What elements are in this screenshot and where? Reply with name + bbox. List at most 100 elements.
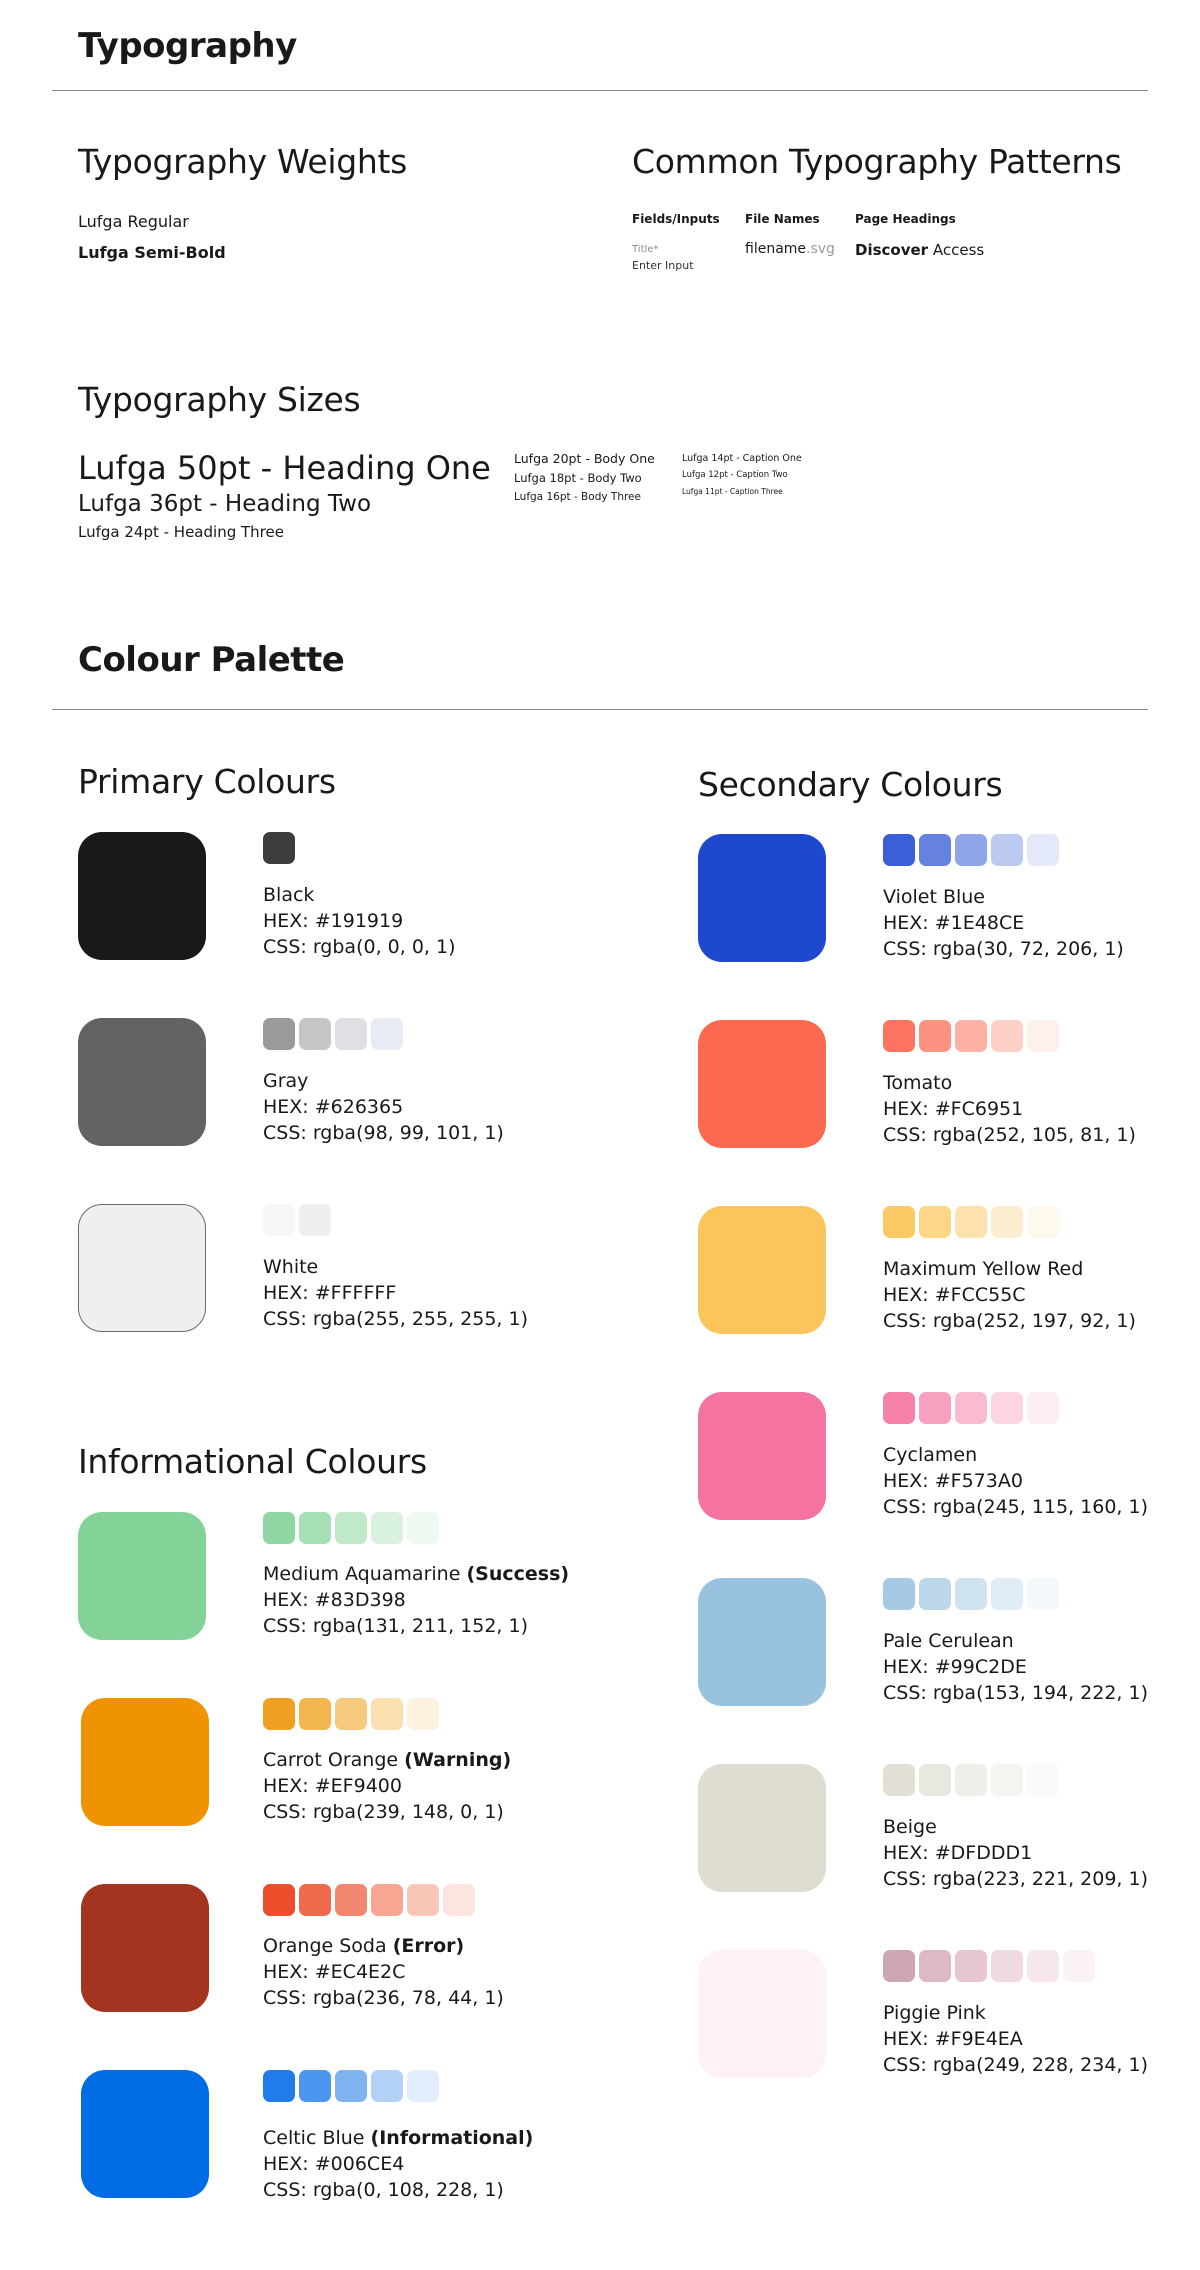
pattern-fields-head: Fields/Inputs [632,212,720,226]
info-celtic-blue: Celtic Blue (Informational) HEX: #006CE4… [263,2125,533,2203]
color-css: CSS: rgba(98, 99, 101, 1) [263,1122,504,1144]
tint-swatch [263,1884,295,1916]
tints-cyclamen [883,1392,1059,1424]
tints-pale-cerulean [883,1578,1059,1610]
swatch-pale-cerulean [698,1578,826,1706]
tint-swatch [883,1206,915,1238]
color-name: Piggie Pink [883,2002,986,2024]
palette-section-title: Colour Palette [78,640,345,680]
info-cyclamen: Cyclamen HEX: #F573A0 CSS: rgba(245, 115… [883,1442,1148,1520]
tint-swatch [299,2070,331,2102]
pattern-field-label: Title* [632,244,659,255]
tint-swatch [883,1392,915,1424]
size-caption-one: Lufga 14pt - Caption One [682,453,802,464]
size-body-one: Lufga 20pt - Body One [514,451,655,466]
weight-regular: Lufga Regular [78,212,189,231]
color-tag: (Warning) [404,1749,512,1771]
swatch-orange-soda [81,1884,209,2012]
tint-swatch [335,1512,367,1544]
tint-swatch [919,1392,951,1424]
secondary-colours-heading: Secondary Colours [698,765,1003,804]
tints-white [263,1204,331,1236]
color-hex: HEX: #191919 [263,910,404,932]
tint-swatch [955,1950,987,1982]
color-css: CSS: rgba(223, 221, 209, 1) [883,1868,1149,1890]
tint-swatch [991,1392,1023,1424]
color-name: Tomato [883,1072,953,1094]
tint-swatch [263,1698,295,1730]
tint-swatch [991,1950,1023,1982]
typography-sizes-heading: Typography Sizes [78,380,361,419]
tint-swatch [299,1512,331,1544]
pattern-page-headings: Page Headings Discover Access [855,212,984,259]
tint-swatch [883,834,915,866]
tint-swatch [1027,1578,1059,1610]
tints-maximum-yellow-red [883,1206,1059,1238]
tint-swatch [1063,1950,1095,1982]
tint-swatch [335,1698,367,1730]
pattern-files-head: File Names [745,212,820,226]
color-hex: HEX: #626365 [263,1096,404,1118]
info-black: Black HEX: #191919 CSS: rgba(0, 0, 0, 1) [263,882,456,960]
size-heading-three: Lufga 24pt - Heading Three [78,523,284,541]
tint-swatch [335,1884,367,1916]
tint-swatch [955,1206,987,1238]
color-name: Medium Aquamarine [263,1563,461,1585]
swatch-black [78,832,206,960]
color-name-line: Carrot Orange (Warning) [263,1747,511,1773]
tint-swatch [299,1698,331,1730]
tints-celtic-blue [263,2070,439,2102]
info-orange-soda: Orange Soda (Error) HEX: #EC4E2C CSS: rg… [263,1933,504,2011]
pattern-heading-example: Discover Access [855,241,984,259]
tint-swatch [1027,1764,1059,1796]
size-caption-two: Lufga 12pt - Caption Two [682,470,788,480]
tint-swatch [1027,1950,1059,1982]
color-hex: HEX: #99C2DE [883,1656,1027,1678]
tint-swatch [407,2070,439,2102]
info-violet-blue: Violet Blue HEX: #1E48CE CSS: rgba(30, 7… [883,884,1124,962]
tints-violet-blue [883,834,1059,866]
color-tag: (Error) [392,1935,465,1957]
color-css: CSS: rgba(252, 197, 92, 1) [883,1310,1136,1332]
color-name-line: Medium Aquamarine (Success) [263,1561,569,1587]
color-name: Cyclamen [883,1444,978,1466]
color-css: CSS: rgba(30, 72, 206, 1) [883,938,1124,960]
file-extension: .svg [806,241,835,257]
tint-swatch [371,1884,403,1916]
color-hex: HEX: #FFFFFF [263,1282,397,1304]
weight-semibold: Lufga Semi-Bold [78,243,226,262]
sizes-caption-column: Lufga 14pt - Caption One Lufga 12pt - Ca… [682,450,802,500]
size-heading-two: Lufga 36pt - Heading Two [78,491,372,517]
sizes-body-column: Lufga 20pt - Body One Lufga 18pt - Body … [514,449,655,506]
tint-swatch [335,2070,367,2102]
swatch-maximum-yellow-red [698,1206,826,1334]
tints-gray [263,1018,403,1050]
color-hex: HEX: #EC4E2C [263,1961,406,1983]
tints-tomato [883,1020,1059,1052]
swatch-celtic-blue [81,2070,209,2198]
color-css: CSS: rgba(153, 194, 222, 1) [883,1682,1149,1704]
info-maximum-yellow-red: Maximum Yellow Red HEX: #FCC55C CSS: rgb… [883,1256,1136,1334]
tint-swatch [371,2070,403,2102]
color-css: CSS: rgba(245, 115, 160, 1) [883,1496,1149,1518]
tint-swatch [407,1698,439,1730]
color-name-line: Orange Soda (Error) [263,1933,504,1959]
color-hex: HEX: #F573A0 [883,1470,1023,1492]
typography-patterns-heading: Common Typography Patterns [632,142,1122,181]
tint-swatch [883,1764,915,1796]
color-css: CSS: rgba(236, 78, 44, 1) [263,1987,504,2009]
size-caption-three: Lufga 11pt - Caption Three [682,487,783,496]
tint-swatch [919,1578,951,1610]
tint-swatch [299,1884,331,1916]
tint-swatch [919,834,951,866]
tints-orange-soda [263,1884,475,1916]
pattern-fields-inputs: Fields/Inputs Title* Enter Input [632,212,720,272]
tints-black [263,832,295,864]
tint-swatch [371,1512,403,1544]
info-tomato: Tomato HEX: #FC6951 CSS: rgba(252, 105, … [883,1070,1136,1148]
info-carrot-orange: Carrot Orange (Warning) HEX: #EF9400 CSS… [263,1747,511,1825]
color-hex: HEX: #006CE4 [263,2153,405,2175]
tints-medium-aquamarine [263,1512,439,1544]
swatch-gray [78,1018,206,1146]
file-name: filename [745,241,807,257]
